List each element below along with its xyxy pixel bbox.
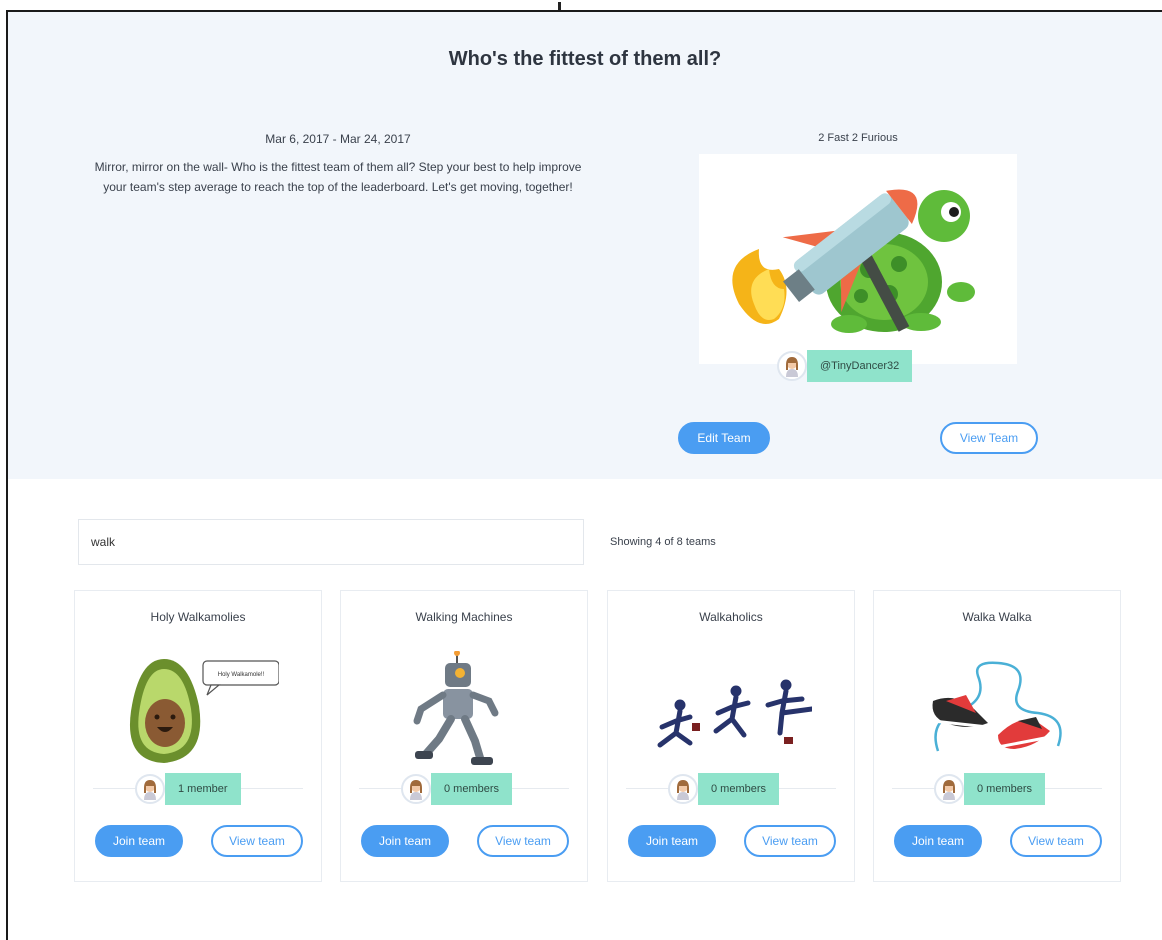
- view-team-button[interactable]: View team: [477, 825, 569, 857]
- page-title: Who's the fittest of them all?: [448, 48, 722, 70]
- my-team-image: @TinyDancer32: [699, 154, 1017, 382]
- team-image: [652, 651, 815, 769]
- join-team-button[interactable]: Join team: [95, 825, 183, 857]
- team-name: Holy Walkamolies: [150, 610, 246, 624]
- challenge-description: Mirror, mirror on the wall- Who is the f…: [94, 160, 582, 194]
- view-team-button[interactable]: View team: [744, 825, 836, 857]
- rocket-turtle-illustration: [732, 189, 975, 333]
- team-image: [918, 651, 1078, 769]
- join-team-button[interactable]: Join team: [894, 825, 982, 857]
- join-team-button[interactable]: Join team: [628, 825, 716, 857]
- avocado-illustration: Holy Walkamole!!: [129, 659, 280, 763]
- member-count-badge: 1 member: [165, 773, 241, 805]
- user-avatar-icon: [777, 351, 807, 381]
- user-avatar-icon: [401, 774, 431, 804]
- captain-handle-badge: @TinyDancer32: [807, 350, 913, 382]
- challenge-hero: Who's the fittest of them all? Mar 6, 20…: [8, 12, 1162, 479]
- challenge-info: Mar 6, 2017 - Mar 24, 2017 Mirror, mirro…: [88, 132, 588, 197]
- team-name: Walkaholics: [699, 610, 763, 624]
- team-image: Holy Walkamole!!: [119, 651, 280, 769]
- user-avatar-icon: [668, 774, 698, 804]
- team-image: [385, 650, 545, 769]
- member-count-badge: 0 members: [964, 773, 1046, 805]
- speech-bubble-text: Holy Walkamole!!: [218, 672, 265, 678]
- join-team-button[interactable]: Join team: [361, 825, 449, 857]
- view-my-team-button[interactable]: View Team: [940, 422, 1038, 454]
- team-card: Walking Machines 0 members Join team Vie…: [340, 590, 588, 882]
- view-team-button[interactable]: View team: [1010, 825, 1102, 857]
- runners-illustration: [657, 679, 815, 748]
- my-team-name: 2 Fast 2 Furious: [818, 132, 898, 144]
- team-captain: 0 members: [401, 773, 513, 805]
- team-name: Walka Walka: [962, 610, 1032, 624]
- member-count-badge: 0 members: [698, 773, 780, 805]
- member-count-badge: 0 members: [431, 773, 513, 805]
- my-team-captain: @TinyDancer32: [777, 350, 913, 382]
- team-card: Holy Walkamolies Holy Walkamole!! 1 memb…: [74, 590, 322, 882]
- view-team-button[interactable]: View team: [211, 825, 303, 857]
- team-search-input[interactable]: [78, 519, 584, 565]
- results-count: Showing 4 of 8 teams: [610, 536, 716, 548]
- team-captain: 0 members: [668, 773, 780, 805]
- team-card: Walkaholics 0 members Join team View tea…: [607, 590, 855, 882]
- my-team-panel: 2 Fast 2 Furious @TinyDancer32: [698, 132, 1018, 382]
- user-avatar-icon: [135, 774, 165, 804]
- team-captain: 1 member: [135, 773, 241, 805]
- team-name: Walking Machines: [415, 610, 513, 624]
- app-frame: Who's the fittest of them all? Mar 6, 20…: [6, 10, 1162, 940]
- edit-team-button[interactable]: Edit Team: [678, 422, 770, 454]
- robot-illustration: [413, 650, 499, 765]
- sneakers-illustration: [932, 661, 1062, 752]
- team-card: Walka Walka 0 members Join team View tea…: [873, 590, 1121, 882]
- team-captain: 0 members: [934, 773, 1046, 805]
- challenge-dates: Mar 6, 2017 - Mar 24, 2017: [265, 132, 411, 146]
- user-avatar-icon: [934, 774, 964, 804]
